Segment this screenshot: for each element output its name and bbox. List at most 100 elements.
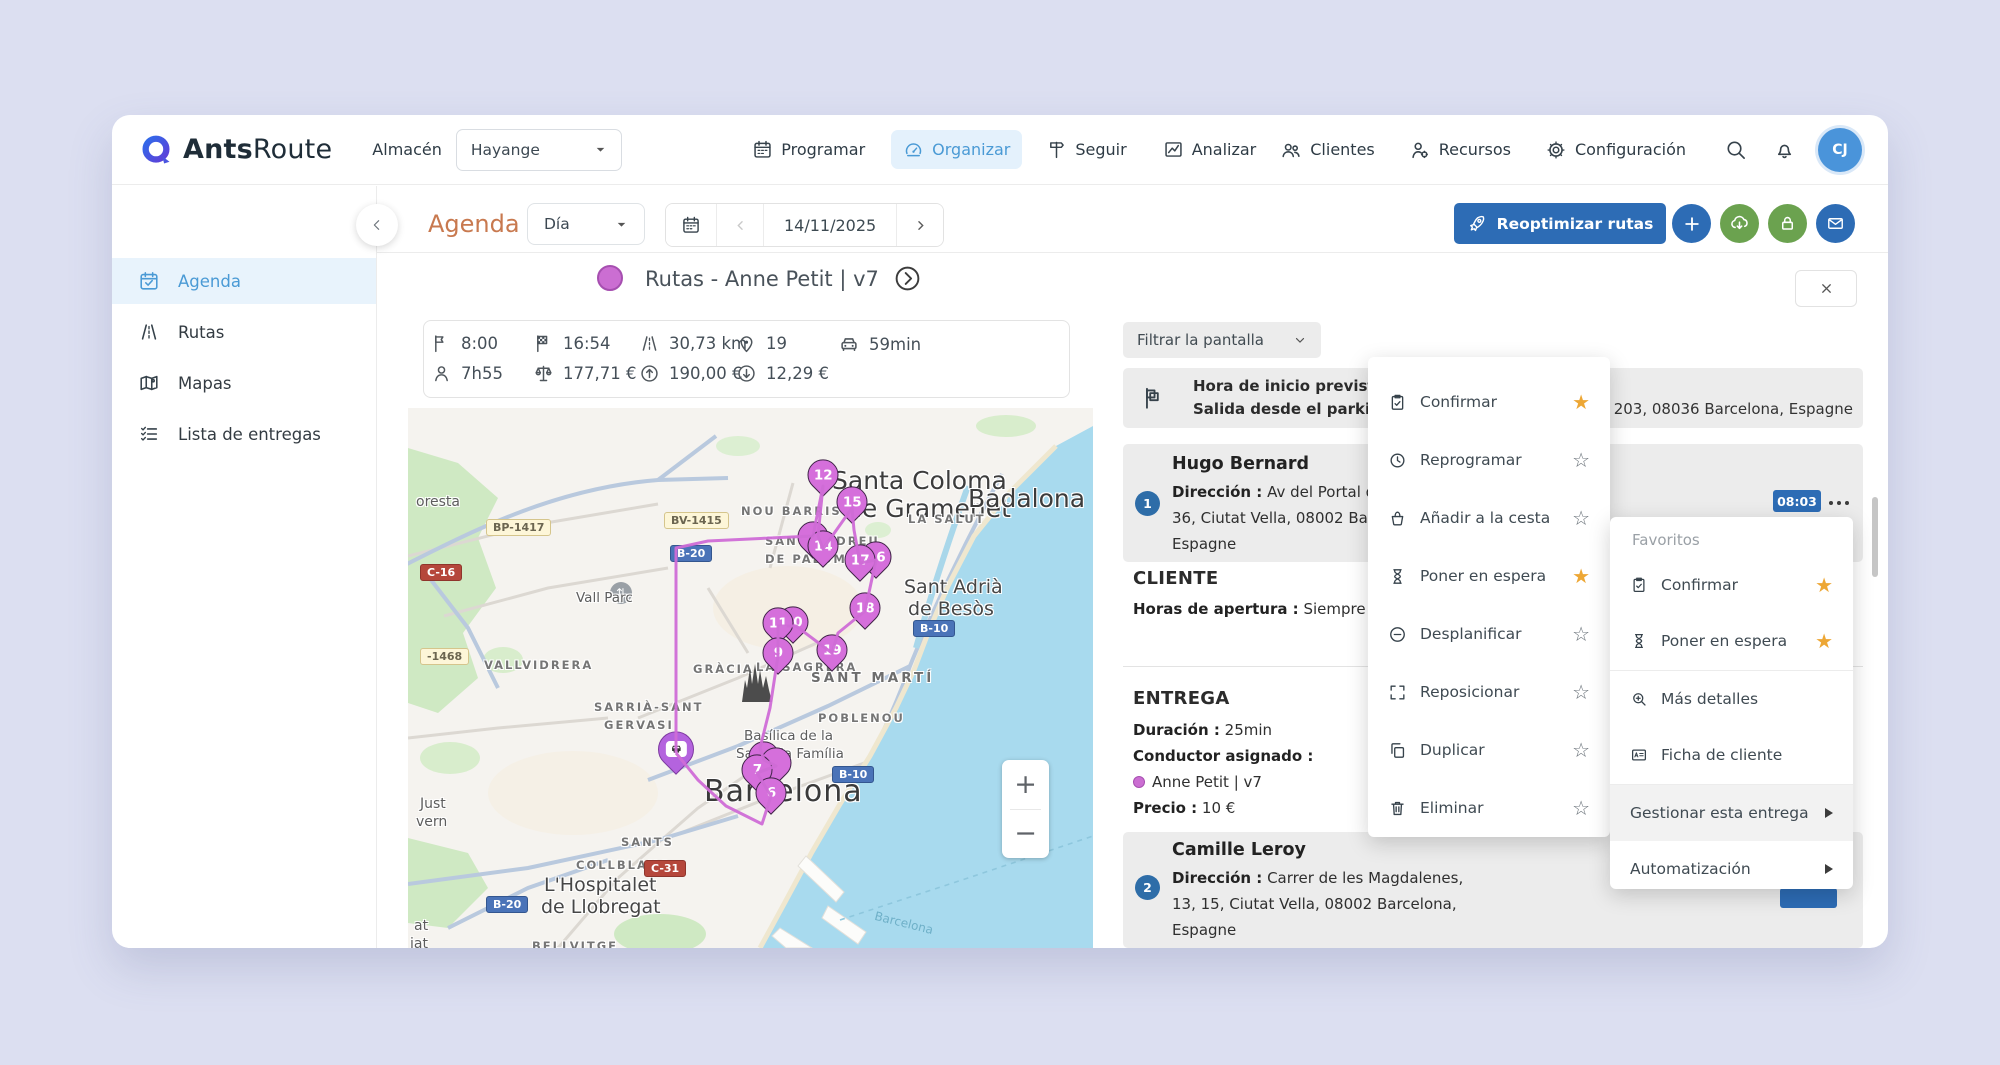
route-stats-card: 8:00 16:54 30,73 km 19 59min 7h55 bbox=[423, 320, 1070, 398]
add-button[interactable] bbox=[1672, 204, 1711, 243]
user-avatar[interactable]: CJ bbox=[1818, 128, 1862, 172]
view-mode-select[interactable]: Día bbox=[527, 203, 645, 245]
menu-item-eliminar[interactable]: Eliminar ☆ bbox=[1368, 779, 1610, 837]
stop-number-badge: 2 bbox=[1135, 875, 1160, 900]
stat-driving-time: 59min bbox=[838, 333, 921, 355]
menu-item-duplicar[interactable]: Duplicar ☆ bbox=[1368, 721, 1610, 779]
bell-icon[interactable] bbox=[1773, 138, 1796, 161]
favorite-star[interactable]: ☆ bbox=[1572, 624, 1590, 644]
prev-day-button[interactable] bbox=[717, 204, 764, 246]
stop-address-line1: Dirección : Carrer de les Magdalenes, bbox=[1172, 869, 1463, 887]
submenu-item-mas-detalles[interactable]: Más detalles bbox=[1610, 671, 1853, 727]
sidebar-mapas-label: Mapas bbox=[178, 374, 232, 393]
search-icon[interactable] bbox=[1724, 138, 1747, 161]
submenu-item-automatizacion[interactable]: Automatización bbox=[1610, 841, 1853, 897]
nav-clientes[interactable]: Clientes bbox=[1268, 130, 1387, 170]
trash-icon bbox=[1388, 799, 1407, 818]
cloud-download-button[interactable] bbox=[1720, 204, 1759, 243]
stop-address-line2: 13, 15, Ciutat Vella, 08002 Barcelona, bbox=[1172, 895, 1457, 913]
signpost-icon bbox=[1046, 139, 1067, 160]
duracion-row: Duración : 25min bbox=[1133, 721, 1272, 739]
tab-programar-label: Programar bbox=[781, 140, 865, 159]
menu-item-anadir-cesta[interactable]: Añadir a la cesta ☆ bbox=[1368, 489, 1610, 547]
warehouse-select[interactable]: Hayange bbox=[456, 129, 622, 171]
conductor-value-row: Anne Petit | v7 bbox=[1133, 773, 1262, 791]
magnifier-plus-icon bbox=[1630, 690, 1648, 708]
menu-item-reposicionar[interactable]: Reposicionar ☆ bbox=[1368, 663, 1610, 721]
calendar-icon bbox=[752, 139, 773, 160]
current-date[interactable]: 14/11/2025 bbox=[764, 204, 897, 246]
favorite-star[interactable]: ☆ bbox=[1572, 508, 1590, 528]
menu-item-poner-espera[interactable]: Poner en espera ★ bbox=[1368, 547, 1610, 605]
sidebar-item-mapas[interactable]: Mapas bbox=[112, 360, 376, 406]
favorite-star[interactable]: ★ bbox=[1572, 566, 1590, 586]
submenu-item-gestionar-entrega[interactable]: Gestionar esta entrega bbox=[1610, 785, 1853, 841]
chart-icon bbox=[1163, 139, 1184, 160]
mail-button[interactable] bbox=[1816, 204, 1855, 243]
panel-scrollbar[interactable] bbox=[1872, 497, 1878, 577]
favorite-star[interactable]: ★ bbox=[1815, 575, 1833, 595]
sidebar-rutas-label: Rutas bbox=[178, 323, 224, 342]
brand-logo[interactable]: AntsRoute bbox=[138, 132, 332, 168]
submenu-arrow-icon bbox=[1825, 808, 1833, 818]
sidebar-item-agenda[interactable]: Agenda bbox=[112, 258, 376, 304]
person-gear-icon bbox=[1409, 139, 1431, 161]
submenu-item-ficha-cliente[interactable]: Ficha de cliente bbox=[1610, 727, 1853, 783]
sidebar-item-rutas[interactable]: Rutas bbox=[112, 309, 376, 355]
close-pane-button[interactable] bbox=[1795, 270, 1857, 307]
stop-address-line1: Dirección : Av del Portal d bbox=[1172, 483, 1375, 501]
calendar-picker-button[interactable] bbox=[666, 204, 717, 246]
clipboard-check-icon bbox=[1388, 393, 1407, 412]
submenu-item-poner-espera[interactable]: Poner en espera ★ bbox=[1610, 613, 1853, 669]
next-day-button[interactable] bbox=[897, 204, 943, 246]
favorite-star[interactable]: ☆ bbox=[1572, 740, 1590, 760]
stop-name: Hugo Bernard bbox=[1172, 454, 1309, 474]
zoom-in-button[interactable]: + bbox=[1002, 760, 1049, 809]
basket-icon bbox=[1388, 509, 1407, 528]
person-icon bbox=[431, 363, 452, 384]
stat-margin: 12,29 € bbox=[736, 363, 829, 384]
submenu-item-confirmar[interactable]: Confirmar ★ bbox=[1610, 557, 1853, 613]
stop-name: Camille Leroy bbox=[1172, 840, 1306, 860]
tab-analizar[interactable]: Analizar bbox=[1151, 130, 1269, 169]
favorite-star[interactable]: ☆ bbox=[1572, 450, 1590, 470]
collapse-sidebar-button[interactable] bbox=[356, 204, 398, 246]
tab-seguir-label: Seguir bbox=[1075, 140, 1126, 159]
main-content: Agenda Día 14/11/2025 Reoptimizar rutas bbox=[377, 186, 1888, 948]
favorite-star[interactable]: ☆ bbox=[1572, 682, 1590, 702]
menu-item-confirmar[interactable]: Confirmar ★ bbox=[1368, 373, 1610, 431]
map[interactable]: ⇅ Santa Colomade GramenetBadalonaLA SALU… bbox=[408, 408, 1093, 948]
favorite-star[interactable]: ☆ bbox=[1572, 798, 1590, 818]
flag-icon bbox=[431, 333, 452, 354]
nav-configuracion[interactable]: Configuración bbox=[1533, 130, 1698, 170]
zoom-out-button[interactable]: − bbox=[1002, 810, 1049, 859]
warehouse-value: Hayange bbox=[471, 141, 540, 159]
stop-address-line3: Espagne bbox=[1172, 921, 1236, 939]
header-divider bbox=[377, 252, 1888, 253]
lock-button[interactable] bbox=[1768, 204, 1807, 243]
tab-organizar[interactable]: Organizar bbox=[891, 130, 1022, 169]
filter-screen-dropdown[interactable]: Filtrar la pantalla bbox=[1123, 322, 1321, 358]
sidebar-item-lista-entregas[interactable]: Lista de entregas bbox=[112, 411, 376, 457]
stop-number-badge: 1 bbox=[1135, 491, 1160, 516]
tab-programar[interactable]: Programar bbox=[740, 130, 877, 169]
nav-recursos-label: Recursos bbox=[1439, 140, 1511, 159]
favorite-star[interactable]: ★ bbox=[1815, 631, 1833, 651]
date-navigator: 14/11/2025 bbox=[665, 203, 944, 247]
horas-apertura: Horas de apertura : Siempre abi bbox=[1133, 600, 1393, 618]
menu-item-reprogramar[interactable]: Reprogramar ☆ bbox=[1368, 431, 1610, 489]
route-detail-chevron-icon[interactable] bbox=[893, 264, 922, 293]
car-icon bbox=[838, 333, 860, 355]
menu-item-desplanificar[interactable]: Desplanificar ☆ bbox=[1368, 605, 1610, 663]
context-menu: Confirmar ★ Reprogramar ☆ Añadir a la ce… bbox=[1368, 357, 1610, 837]
favorite-star[interactable]: ★ bbox=[1572, 392, 1590, 412]
reoptimize-routes-button[interactable]: Reoptimizar rutas bbox=[1454, 203, 1666, 244]
nav-recursos[interactable]: Recursos bbox=[1397, 130, 1523, 170]
id-card-icon bbox=[1630, 746, 1648, 764]
copy-icon bbox=[1388, 741, 1407, 760]
tab-analizar-label: Analizar bbox=[1192, 140, 1257, 159]
tab-seguir[interactable]: Seguir bbox=[1034, 130, 1138, 169]
stop-more-menu[interactable] bbox=[1829, 495, 1849, 511]
flag-icon bbox=[1141, 385, 1167, 411]
sidebar: Agenda Rutas Mapas Lista de entregas bbox=[112, 186, 377, 948]
